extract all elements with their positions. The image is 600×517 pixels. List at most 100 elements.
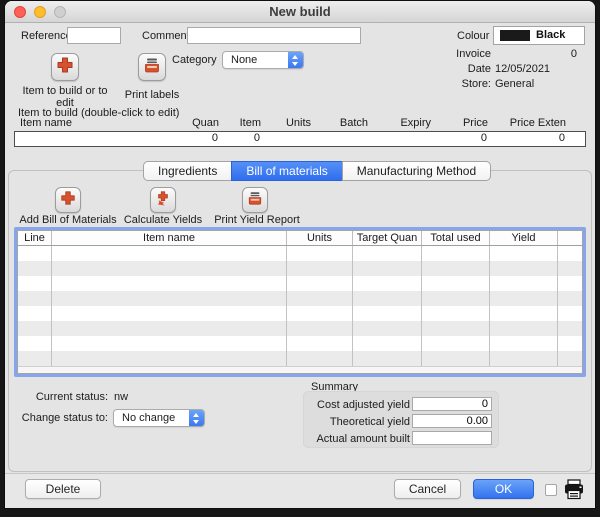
cell-quan: 0	[176, 132, 224, 146]
col-item-name: Item name	[14, 117, 177, 131]
bom-empty-row[interactable]	[18, 351, 582, 366]
current-status-label: Current status:	[30, 391, 108, 403]
col-target-quan: Target Quan	[353, 231, 422, 245]
delete-button[interactable]: Delete	[25, 479, 101, 499]
tab-bar: Ingredients Bill of materials Manufactur…	[143, 161, 491, 181]
cost-adjusted-yield-input[interactable]	[412, 397, 492, 411]
col-quan: Quan	[177, 117, 225, 131]
col-price-exten: Price Exten	[494, 117, 572, 131]
cell-units	[266, 132, 316, 146]
bom-empty-row[interactable]	[18, 336, 582, 351]
print-yield-report-button-label: Print Yield Report	[207, 214, 307, 226]
window-title: New build	[5, 1, 595, 23]
col-total-used: Total used	[422, 231, 490, 245]
calculate-icon	[155, 190, 171, 211]
category-select[interactable]: None	[222, 51, 304, 69]
add-plus-icon	[60, 190, 76, 211]
col-batch: Batch	[317, 117, 374, 131]
cell-batch	[316, 132, 373, 146]
col-expiry: Expiry	[374, 117, 437, 131]
col-item: Item	[225, 117, 267, 131]
col-item-name: Item name	[52, 231, 287, 245]
tab-ingredients[interactable]: Ingredients	[143, 161, 232, 181]
cancel-button[interactable]: Cancel	[394, 479, 461, 499]
printer-icon	[247, 190, 263, 211]
item-to-build-button-label: Item to build or to edit	[15, 85, 115, 109]
colour-swatch	[500, 30, 530, 41]
item-to-build-button[interactable]	[51, 53, 79, 81]
titlebar: New build	[5, 1, 595, 23]
bom-empty-row[interactable]	[18, 306, 582, 321]
store-label: Store:	[435, 78, 491, 90]
theoretical-yield-label: Theoretical yield	[307, 416, 410, 428]
reference-input[interactable]	[67, 27, 121, 44]
cell-item-name	[15, 132, 176, 146]
print-icon	[563, 487, 585, 504]
category-value: None	[231, 54, 257, 66]
new-build-dialog: New build Reference Comment Colour Black…	[5, 1, 595, 508]
print-button[interactable]	[563, 479, 585, 505]
calculate-yields-button[interactable]	[150, 187, 176, 213]
reference-label: Reference	[21, 30, 72, 42]
actual-amount-built-input[interactable]	[412, 431, 492, 445]
cell-price: 0	[436, 132, 493, 146]
print-labels-button[interactable]	[138, 53, 166, 81]
add-bom-button-label: Add Bill of Materials	[18, 214, 118, 226]
actual-amount-built-label: Actual amount built	[307, 433, 410, 445]
invoice-label: Invoice	[435, 48, 491, 60]
zoom-button	[54, 6, 66, 18]
col-yield: Yield	[490, 231, 558, 245]
print-checkbox[interactable]	[545, 484, 557, 496]
bom-table-header: Line Item name Units Target Quan Total u…	[18, 231, 582, 246]
bom-empty-row[interactable]	[18, 246, 582, 261]
date-label: Date	[435, 63, 491, 75]
invoice-value: 0	[505, 48, 577, 60]
col-price: Price	[437, 117, 494, 131]
popup-stepper-icon	[189, 410, 204, 426]
current-status-value: nw	[114, 391, 128, 403]
colour-value: Black	[536, 29, 565, 41]
popup-stepper-icon	[288, 52, 303, 68]
date-value: 12/05/2021	[495, 63, 550, 75]
traffic-lights	[14, 6, 66, 18]
bom-empty-row[interactable]	[18, 276, 582, 291]
change-status-label: Change status to:	[15, 412, 108, 424]
store-value: General	[495, 78, 534, 90]
calculate-yields-button-label: Calculate Yields	[118, 214, 208, 226]
minimize-button[interactable]	[34, 6, 46, 18]
change-status-select[interactable]: No change	[113, 409, 205, 427]
bom-table: Line Item name Units Target Quan Total u…	[14, 227, 586, 377]
colour-select[interactable]: Black	[493, 26, 585, 45]
bom-empty-row[interactable]	[18, 321, 582, 336]
add-plus-icon	[56, 56, 74, 79]
add-bom-button[interactable]	[55, 187, 81, 213]
summary-box: Cost adjusted yield Theoretical yield Ac…	[303, 391, 499, 448]
horizontal-scrollbar[interactable]	[18, 366, 582, 373]
col-line: Line	[18, 231, 52, 245]
bom-empty-row[interactable]	[18, 291, 582, 306]
comment-input[interactable]	[187, 27, 361, 44]
category-label: Category	[172, 54, 216, 66]
printer-icon	[143, 56, 161, 79]
cell-price-exten: 0	[493, 132, 571, 146]
item-to-build-table: Item name Quan Item Units Batch Expiry P…	[14, 117, 586, 147]
col-units: Units	[267, 117, 317, 131]
bom-table-body	[18, 246, 582, 366]
cell-expiry	[373, 132, 436, 146]
ok-button[interactable]: OK	[473, 479, 534, 499]
print-yield-report-button[interactable]	[242, 187, 268, 213]
tab-manufacturing-method[interactable]: Manufacturing Method	[342, 161, 491, 181]
cell-item: 0	[224, 132, 266, 146]
theoretical-yield-input[interactable]	[412, 414, 492, 428]
comment-label: Comment	[142, 30, 190, 42]
print-labels-button-label: Print labels	[112, 89, 192, 101]
col-units: Units	[287, 231, 353, 245]
change-status-value: No change	[122, 412, 175, 424]
tab-bill-of-materials[interactable]: Bill of materials	[231, 161, 342, 181]
close-button[interactable]	[14, 6, 26, 18]
bom-empty-row[interactable]	[18, 261, 582, 276]
item-table-row[interactable]: 0 0 0 0	[14, 131, 586, 147]
cost-adjusted-yield-label: Cost adjusted yield	[307, 399, 410, 411]
item-table-header: Item name Quan Item Units Batch Expiry P…	[14, 117, 586, 131]
colour-label: Colour	[457, 30, 489, 42]
